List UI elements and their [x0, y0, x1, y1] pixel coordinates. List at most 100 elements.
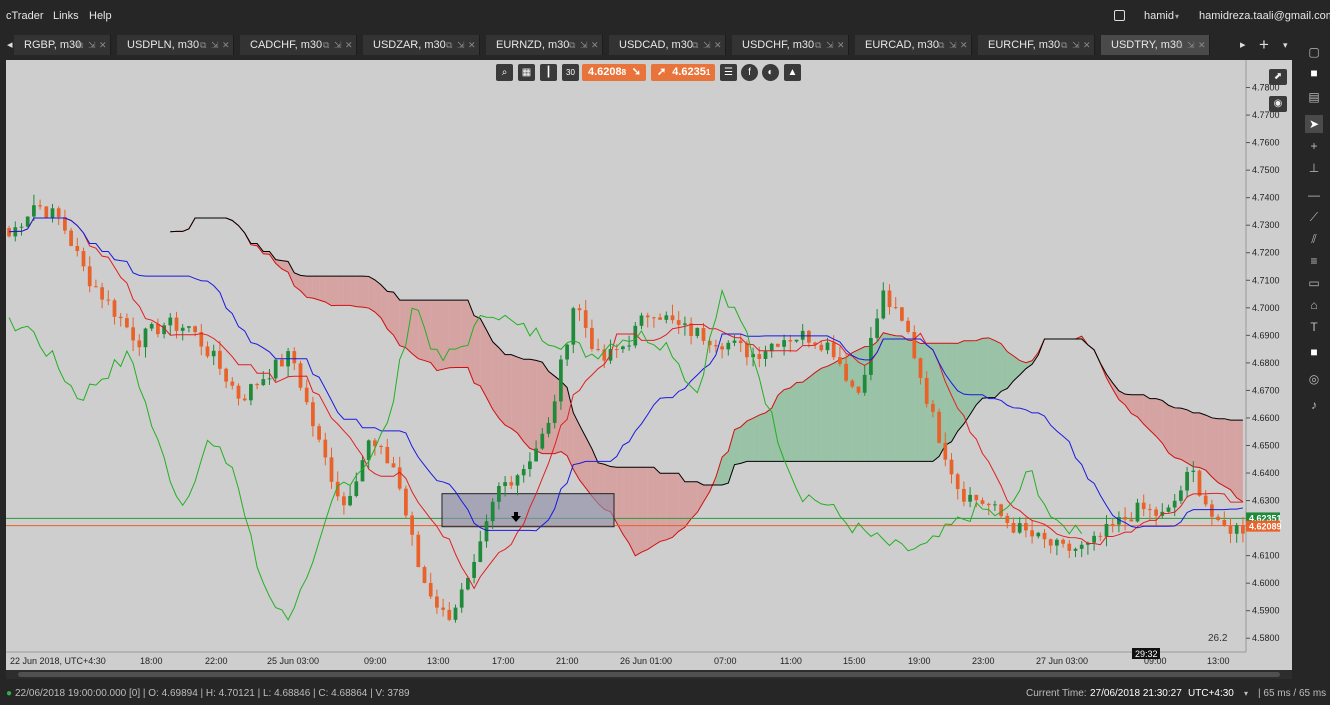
detach-icon[interactable]: ⇲ [88, 35, 96, 55]
tab-label: CADCHF, m30 [250, 39, 323, 51]
candle-body [44, 206, 49, 218]
close-icon[interactable]: ✕ [345, 35, 353, 55]
sell-button[interactable]: 4.62088 ➘ [582, 64, 646, 81]
tabs-scroll-left-icon[interactable]: ◂ [7, 35, 13, 55]
snapshot-icon[interactable]: ◎ [1305, 370, 1323, 388]
candle-body [652, 317, 656, 319]
drawing-sidebar: ▢ ■ ▤ ➤ + ⊥ — ⟋ ⫽ ≡ ▭ ⌂ T ■ ◎ ♪ [1298, 33, 1330, 683]
popout-icon[interactable]: ⧉ [815, 35, 821, 55]
detach-icon[interactable]: ⇲ [949, 35, 957, 55]
popout-icon[interactable]: ⧉ [1061, 35, 1067, 55]
time-tick-label: 11:00 [780, 656, 802, 666]
color-swatch-icon[interactable]: ■ [1305, 343, 1323, 361]
candle-body [875, 318, 879, 338]
detach-icon[interactable]: ⇲ [1187, 35, 1195, 55]
popout-icon[interactable]: ⧉ [323, 35, 329, 55]
chart-scrollbar[interactable] [6, 670, 1292, 679]
buy-button[interactable]: ➚ 4.62351 [651, 64, 715, 81]
chart-type-icon[interactable]: ┃ [540, 64, 557, 81]
camera-icon[interactable]: ◉ [1269, 96, 1287, 112]
rectangle-icon[interactable]: ▭ [1305, 274, 1323, 292]
detach-icon[interactable]: ⇲ [457, 35, 465, 55]
candle-body [1042, 532, 1047, 540]
candle-body [441, 607, 445, 610]
popout-icon[interactable]: ⧉ [1176, 35, 1182, 55]
close-icon[interactable]: ✕ [1198, 35, 1206, 55]
menu-links[interactable]: Links [53, 10, 79, 22]
popout-icon[interactable]: ⧉ [77, 35, 83, 55]
layout-full-icon[interactable]: ■ [1305, 64, 1323, 82]
timezone[interactable]: UTC+4:30 [1188, 688, 1234, 699]
close-icon[interactable]: ✕ [837, 35, 845, 55]
tab-usdzar[interactable]: USDZAR, m30 ⧉ ⇲ ✕ [363, 35, 480, 55]
tab-eurnzd[interactable]: EURNZD, m30 ⧉ ⇲ ✕ [486, 35, 603, 55]
detach-icon[interactable]: ⇲ [334, 35, 342, 55]
popout-icon[interactable]: ⧉ [446, 35, 452, 55]
close-icon[interactable]: ✕ [222, 35, 230, 55]
detach-icon[interactable]: ⇲ [1072, 35, 1080, 55]
layout-split-icon[interactable]: ▤ [1305, 88, 1323, 106]
tab-eurchf[interactable]: EURCHF, m30 ⧉ ⇲ ✕ [978, 35, 1095, 55]
popout-icon[interactable]: ⧉ [938, 35, 944, 55]
user-name[interactable]: hamid [1144, 10, 1174, 22]
close-icon[interactable]: ✕ [591, 35, 599, 55]
candle-body [329, 457, 334, 482]
alert-bell-icon[interactable]: ♪ [1305, 396, 1323, 414]
close-icon[interactable]: ✕ [99, 35, 107, 55]
shape-icon[interactable]: ⌂ [1305, 296, 1323, 314]
tabs-dropdown-icon[interactable]: ▾ [1283, 35, 1288, 55]
window-mode-icon[interactable] [1114, 10, 1125, 21]
tab-cadchf[interactable]: CADCHF, m30 ⧉ ⇲ ✕ [240, 35, 357, 55]
popout-icon[interactable]: ⧉ [692, 35, 698, 55]
ichimoku-cloud-segment [1205, 415, 1212, 477]
scrollbar-thumb[interactable] [18, 672, 1280, 677]
menu-ctrader[interactable]: cTrader [6, 10, 44, 22]
detach-icon[interactable]: ⇲ [211, 35, 219, 55]
zoom-icon[interactable]: ⌕ [496, 64, 513, 81]
tab-usdtry[interactable]: USDTRY, m30 ⧉ ⇲ ✕ [1101, 35, 1210, 55]
candle-body [807, 330, 811, 343]
user-dropdown-icon[interactable]: ▾ [1175, 12, 1179, 21]
close-icon[interactable]: ✕ [714, 35, 722, 55]
crosshair-icon[interactable]: + [1305, 137, 1323, 155]
detach-icon[interactable]: ⇲ [580, 35, 588, 55]
tab-usdcad[interactable]: USDCAD, m30 ⧉ ⇲ ✕ [609, 35, 726, 55]
chart-area[interactable]: 4.7800 4.7700 4.7600 4.7500 4.7400 4.7300 4.72… [6, 60, 1292, 670]
popout-chart-icon[interactable]: ⬈ [1269, 69, 1287, 85]
layout-single-icon[interactable]: ▢ [1305, 43, 1323, 61]
price-tick-label: 4.6800 [1252, 358, 1280, 368]
tabs-scroll-right-icon[interactable]: ▸ [1240, 35, 1246, 55]
close-icon[interactable]: ✕ [468, 35, 476, 55]
share-icon[interactable]: ◐ [762, 64, 779, 81]
popout-icon[interactable]: ⧉ [200, 35, 206, 55]
measure-icon[interactable]: ⊥ [1305, 159, 1323, 177]
price-chart[interactable]: 4.78004.77004.76004.75004.74004.73004.72… [6, 60, 1292, 670]
timezone-dropdown-icon[interactable]: ▾ [1244, 689, 1248, 698]
facebook-icon[interactable]: f [741, 64, 758, 81]
chart-settings-icon[interactable]: ▦ [518, 64, 535, 81]
detach-icon[interactable]: ⇲ [703, 35, 711, 55]
text-icon[interactable]: T [1305, 318, 1323, 336]
ichimoku-cloud-segment [1236, 420, 1243, 502]
close-icon[interactable]: ✕ [960, 35, 968, 55]
screenshot-icon[interactable]: ▲ [784, 64, 801, 81]
horizontal-line-icon[interactable]: — [1305, 186, 1323, 204]
tab-usdchf[interactable]: USDCHF, m30 ⧉ ⇲ ✕ [732, 35, 849, 55]
trend-line-icon[interactable]: ⟋ [1305, 208, 1323, 226]
tab-usdpln[interactable]: USDPLN, m30 ⧉ ⇲ ✕ [117, 35, 234, 55]
tab-rgbp[interactable]: RGBP, m30 ⧉ ⇲ ✕ [14, 35, 111, 55]
popout-icon[interactable]: ⧉ [569, 35, 575, 55]
close-icon[interactable]: ✕ [1083, 35, 1091, 55]
candle-body [224, 368, 228, 382]
time-tick-label: 22:00 [205, 656, 228, 666]
pitchfork-icon[interactable]: ⫽ [1305, 230, 1323, 248]
list-icon[interactable]: ☰ [720, 64, 737, 81]
fibonacci-icon[interactable]: ≡ [1305, 252, 1323, 270]
title-bar: cTrader Links Help hamid ▾ hamidreza.taa… [0, 0, 1330, 33]
tab-eurcad[interactable]: EURCAD, m30 ⧉ ⇲ ✕ [855, 35, 972, 55]
cursor-icon[interactable]: ➤ [1305, 115, 1323, 133]
timeframe-button[interactable]: 30 [562, 64, 579, 81]
add-tab-icon[interactable]: + [1259, 35, 1269, 55]
detach-icon[interactable]: ⇲ [826, 35, 834, 55]
menu-help[interactable]: Help [89, 10, 112, 22]
